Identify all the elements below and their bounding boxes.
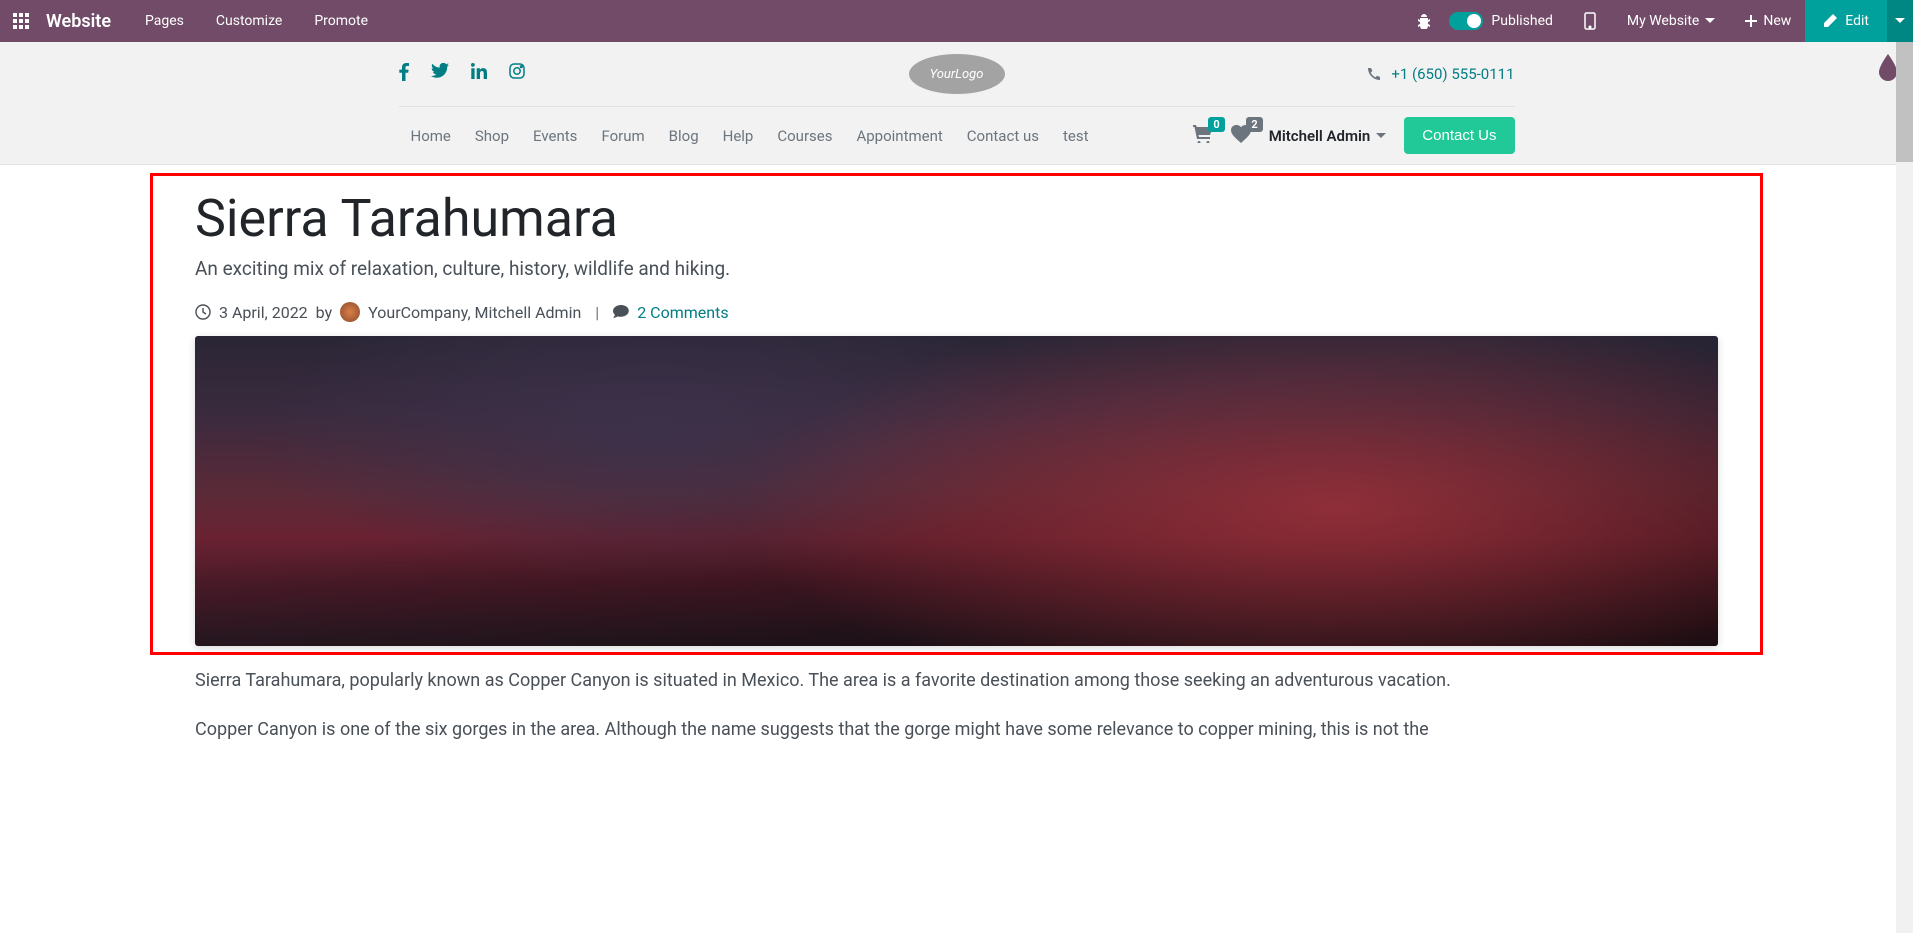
my-website-label: My Website bbox=[1627, 13, 1699, 29]
bug-icon[interactable] bbox=[1403, 13, 1445, 29]
article-subtitle[interactable]: An exciting mix of relaxation, culture, … bbox=[195, 257, 1718, 280]
body-paragraph-1: Sierra Tarahumara, popularly known as Co… bbox=[195, 667, 1718, 696]
edit-button[interactable]: Edit bbox=[1805, 0, 1887, 42]
wishlist-button[interactable]: 2 bbox=[1231, 125, 1251, 147]
nav-blog[interactable]: Blog bbox=[657, 119, 711, 153]
my-website-dropdown[interactable]: My Website bbox=[1611, 0, 1731, 42]
article-author: YourCompany, Mitchell Admin bbox=[368, 303, 581, 322]
user-name: Mitchell Admin bbox=[1269, 127, 1371, 145]
menu-pages[interactable]: Pages bbox=[129, 0, 200, 42]
nav-contactus[interactable]: Contact us bbox=[955, 119, 1051, 153]
logo[interactable]: YourLogo bbox=[909, 54, 1005, 94]
comments-icon bbox=[613, 305, 629, 319]
author-avatar bbox=[340, 302, 360, 322]
nav-courses[interactable]: Courses bbox=[765, 119, 844, 153]
user-dropdown[interactable]: Mitchell Admin bbox=[1269, 127, 1387, 145]
clock-icon bbox=[195, 304, 211, 320]
contact-us-button[interactable]: Contact Us bbox=[1404, 117, 1514, 154]
cart-badge: 0 bbox=[1208, 117, 1224, 132]
header-row-nav: Home Shop Events Forum Blog Help Courses… bbox=[399, 106, 1515, 164]
phone-link[interactable]: +1 (650) 555-0111 bbox=[1367, 65, 1514, 83]
comments-link[interactable]: 2 Comments bbox=[637, 303, 728, 322]
phone-number: +1 (650) 555-0111 bbox=[1391, 65, 1514, 83]
scrollbar[interactable] bbox=[1896, 42, 1913, 933]
new-label: New bbox=[1763, 13, 1791, 29]
nav-help[interactable]: Help bbox=[711, 119, 766, 153]
brand-label[interactable]: Website bbox=[42, 11, 129, 32]
wishlist-badge: 2 bbox=[1246, 117, 1262, 132]
header-right: 0 2 Mitchell Admin Contact Us bbox=[1193, 117, 1515, 154]
content-area: Sierra Tarahumara An exciting mix of rel… bbox=[0, 173, 1913, 745]
logo-text: YourLogo bbox=[930, 67, 984, 82]
linkedin-icon[interactable] bbox=[471, 63, 487, 85]
menu-promote[interactable]: Promote bbox=[298, 0, 384, 42]
admin-left: Website Pages Customize Promote bbox=[0, 0, 384, 42]
admin-bar: Website Pages Customize Promote Publishe… bbox=[0, 0, 1913, 42]
body-paragraph-2: Copper Canyon is one of the six gorges i… bbox=[195, 716, 1718, 745]
meta-divider: | bbox=[595, 303, 599, 322]
header-row-top: YourLogo +1 (650) 555-0111 bbox=[399, 42, 1515, 106]
article-title[interactable]: Sierra Tarahumara bbox=[195, 188, 1718, 249]
selection-highlight: Sierra Tarahumara An exciting mix of rel… bbox=[150, 173, 1763, 655]
edit-dropdown-chevron[interactable] bbox=[1887, 0, 1913, 42]
by-label: by bbox=[316, 303, 332, 322]
article-body[interactable]: Sierra Tarahumara, popularly known as Co… bbox=[195, 667, 1718, 745]
instagram-icon[interactable] bbox=[509, 63, 525, 85]
apps-icon[interactable] bbox=[0, 0, 42, 42]
twitter-icon[interactable] bbox=[431, 63, 449, 85]
nav-forum[interactable]: Forum bbox=[589, 119, 656, 153]
nav-shop[interactable]: Shop bbox=[463, 119, 521, 153]
social-icons bbox=[399, 63, 525, 85]
facebook-icon[interactable] bbox=[399, 63, 409, 85]
main-nav: Home Shop Events Forum Blog Help Courses… bbox=[399, 119, 1101, 153]
site-header: YourLogo +1 (650) 555-0111 Home Shop Eve… bbox=[0, 42, 1913, 165]
new-button[interactable]: New bbox=[1731, 0, 1805, 42]
nav-events[interactable]: Events bbox=[521, 119, 589, 153]
nav-appointment[interactable]: Appointment bbox=[844, 119, 954, 153]
admin-right: Published My Website New Edit bbox=[1403, 0, 1913, 42]
nav-home[interactable]: Home bbox=[399, 119, 463, 153]
nav-test[interactable]: test bbox=[1051, 119, 1101, 153]
mobile-preview-icon[interactable] bbox=[1569, 12, 1611, 30]
hero-image[interactable] bbox=[195, 336, 1718, 646]
published-label: Published bbox=[1491, 13, 1568, 29]
article-date: 3 April, 2022 bbox=[219, 303, 308, 322]
menu-customize[interactable]: Customize bbox=[200, 0, 298, 42]
edit-label: Edit bbox=[1845, 13, 1869, 29]
cart-button[interactable]: 0 bbox=[1193, 125, 1213, 147]
published-toggle[interactable] bbox=[1449, 12, 1483, 30]
article-meta: 3 April, 2022 by YourCompany, Mitchell A… bbox=[195, 302, 1718, 322]
scrollbar-thumb[interactable] bbox=[1896, 42, 1913, 162]
